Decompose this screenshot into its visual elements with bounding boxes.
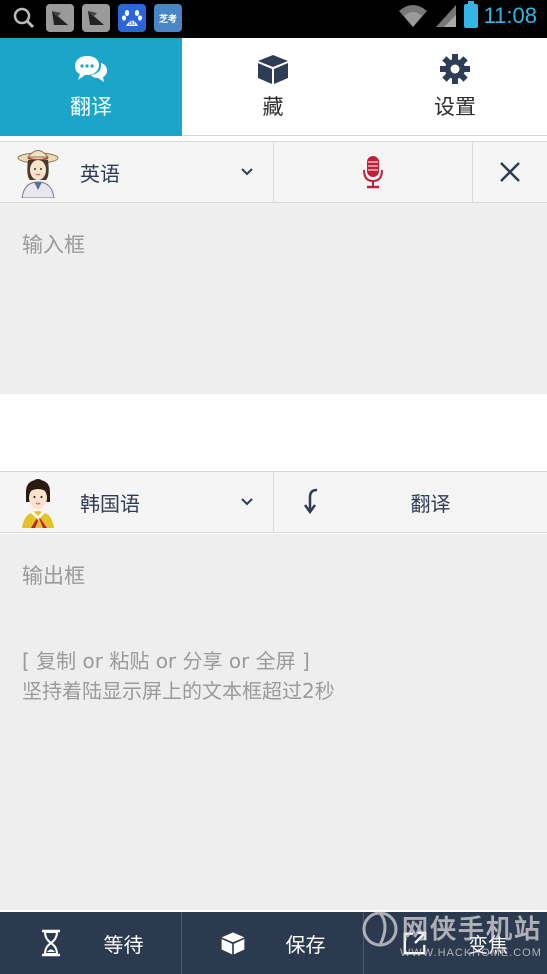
tab-translate[interactable]: 翻译	[0, 38, 182, 136]
output-text-area[interactable]: 输出框 [ 复制 or 粘贴 or 分享 or 全屏 ] 坚持着陆显示屏上的文本…	[0, 534, 547, 910]
chevron-down-icon	[241, 498, 253, 506]
translate-button[interactable]: 翻译	[354, 472, 547, 532]
gear-icon	[440, 54, 470, 84]
wait-button[interactable]: 等待	[0, 912, 182, 974]
tab-settings-label: 设置	[434, 95, 476, 119]
baidu-label: du	[129, 21, 136, 27]
chat-bubble-icon	[75, 56, 107, 82]
hourglass-icon	[41, 929, 60, 957]
tab-translate-label: 翻译	[70, 95, 112, 119]
microphone-icon	[363, 156, 383, 189]
english-avatar-icon	[17, 150, 59, 198]
box-icon	[221, 932, 244, 955]
voice-input-button[interactable]	[274, 142, 473, 202]
zoom-button-label: 变焦	[468, 932, 508, 957]
zhikao-app-icon: 芝考	[154, 4, 182, 32]
translate-button-label: 翻译	[410, 491, 451, 516]
zoom-button[interactable]: 变焦	[364, 912, 546, 974]
save-button[interactable]: 保存	[182, 912, 364, 974]
notification-icons: du 芝考	[10, 4, 182, 32]
input-placeholder: 输入框	[22, 233, 85, 257]
spacer	[0, 394, 547, 471]
output-hint-actions: [ 复制 or 粘贴 or 分享 or 全屏 ]	[22, 649, 310, 673]
baidu-icon: du	[118, 4, 146, 32]
battery-icon	[463, 1, 478, 28]
wait-button-label: 等待	[103, 932, 144, 957]
output-hint-instruction: 坚持着陆显示屏上的文本框超过2秒	[22, 679, 335, 703]
target-language-label: 韩国语	[80, 491, 140, 516]
target-language-bar: 韩国语 翻译	[0, 471, 547, 533]
app-icon	[82, 4, 110, 32]
output-hint: [ 复制 or 粘贴 or 分享 or 全屏 ] 坚持着陆显示屏上的文本框超过2…	[22, 646, 525, 706]
zhikao-label: 芝考	[158, 14, 177, 25]
swap-arrow-icon	[303, 488, 318, 515]
clear-input-button[interactable]	[473, 142, 547, 202]
expand-icon	[403, 931, 427, 955]
tab-favorites-label: 藏	[262, 95, 284, 119]
box-icon	[258, 55, 288, 84]
bottom-action-bar: 等待 保存 变焦	[0, 912, 547, 974]
swap-languages-button[interactable]	[274, 472, 354, 532]
status-time: 11:08	[483, 3, 537, 28]
target-language-select[interactable]: 韩国语	[0, 472, 274, 532]
close-icon	[500, 162, 520, 182]
save-button-label: 保存	[285, 932, 326, 957]
source-language-label: 英语	[80, 161, 120, 186]
status-bar: du 芝考 11:08	[0, 0, 547, 38]
tab-bar: 翻译 藏 设置	[0, 38, 547, 136]
source-language-select[interactable]: 英语	[0, 142, 274, 202]
tab-settings[interactable]: 设置	[364, 38, 546, 136]
output-placeholder: 输出框	[22, 564, 85, 588]
app-icon	[46, 4, 74, 32]
korean-avatar-icon	[22, 479, 54, 528]
chevron-down-icon	[241, 168, 253, 176]
signal-icon	[435, 5, 456, 27]
tab-favorites[interactable]: 藏	[182, 38, 364, 136]
search-icon	[10, 4, 38, 32]
system-icons: 11:08	[398, 1, 537, 29]
source-language-bar: 英语	[0, 141, 547, 203]
input-text-area[interactable]: 输入框	[0, 203, 547, 394]
wifi-icon	[398, 5, 427, 27]
